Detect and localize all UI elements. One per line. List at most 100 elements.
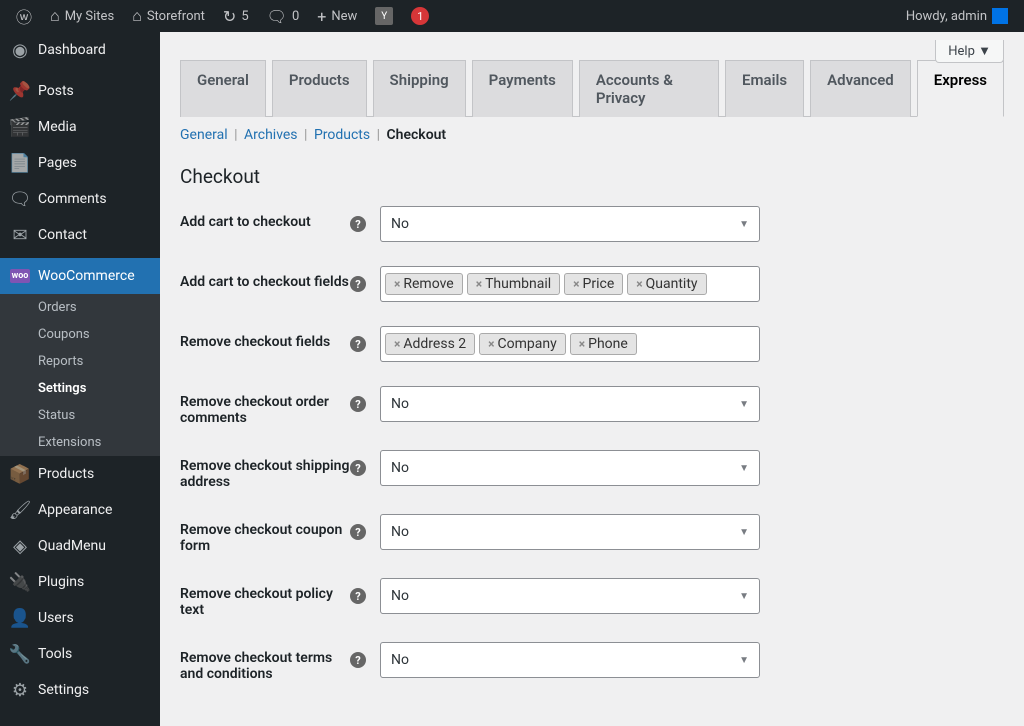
sidebar-item-label: Settings — [38, 682, 89, 698]
sidebar-item-comments[interactable]: 🗨Comments — [0, 181, 160, 217]
admin-sidebar: ◉Dashboard📌Posts🎬Media📄Pages🗨Comments✉Co… — [0, 32, 160, 726]
site-name-button[interactable]: ⌂Storefront — [124, 0, 213, 32]
breadcrumb-general[interactable]: General — [180, 127, 228, 143]
tab-general[interactable]: General — [180, 60, 266, 117]
help-icon[interactable]: ? — [350, 652, 366, 668]
comments-count: 0 — [292, 9, 299, 24]
submenu-item-settings[interactable]: Settings — [0, 375, 160, 402]
row-remove-shipping: Remove checkout shipping address ? No▼ — [180, 450, 1004, 490]
tab-shipping[interactable]: Shipping — [373, 60, 466, 117]
sidebar-item-label: Products — [38, 466, 94, 482]
help-icon[interactable]: ? — [350, 524, 366, 540]
tag[interactable]: ×Company — [479, 333, 566, 355]
sidebar-item-plugins[interactable]: 🔌Plugins — [0, 564, 160, 600]
close-icon[interactable]: × — [579, 337, 585, 351]
updates-button[interactable]: ↻5 — [215, 0, 257, 32]
submenu-item-coupons[interactable]: Coupons — [0, 321, 160, 348]
tag[interactable]: ×Thumbnail — [467, 273, 560, 295]
help-icon[interactable]: ? — [350, 588, 366, 604]
label-add-cart-fields: Add cart to checkout fields — [180, 266, 350, 290]
select-remove-shipping[interactable]: No▼ — [380, 450, 760, 486]
home-icon: ⌂ — [132, 6, 142, 26]
sidebar-item-posts[interactable]: 📌 Posts — [0, 73, 160, 109]
close-icon[interactable]: × — [488, 337, 494, 351]
page-icon: 📄 — [10, 153, 30, 173]
submenu-item-reports[interactable]: Reports — [0, 348, 160, 375]
select-remove-terms[interactable]: No▼ — [380, 642, 760, 678]
wp-logo[interactable]: ⓦ — [8, 0, 40, 32]
mail-icon: ✉ — [10, 225, 30, 245]
tab-payments[interactable]: Payments — [472, 60, 573, 117]
close-icon[interactable]: × — [573, 277, 579, 291]
submenu-item-orders[interactable]: Orders — [0, 294, 160, 321]
sidebar-item-label: Media — [38, 119, 77, 135]
tag[interactable]: ×Address 2 — [385, 333, 475, 355]
sidebar-item-settings[interactable]: ⚙Settings — [0, 672, 160, 708]
dashboard-icon: ◉ — [10, 40, 30, 60]
my-sites-button[interactable]: ⌂ My Sites — [42, 0, 122, 32]
tab-express[interactable]: Express — [917, 60, 1004, 117]
tab-advanced[interactable]: Advanced — [810, 60, 911, 117]
help-icon[interactable]: ? — [350, 396, 366, 412]
submenu-item-status[interactable]: Status — [0, 402, 160, 429]
tag-label: Phone — [588, 336, 628, 352]
chevron-down-icon: ▼ — [739, 655, 749, 666]
users-icon: 👤 — [10, 608, 30, 628]
sidebar-item-tools[interactable]: 🔧Tools — [0, 636, 160, 672]
help-icon[interactable]: ? — [350, 460, 366, 476]
select-remove-coupon[interactable]: No▼ — [380, 514, 760, 550]
account-button[interactable]: Howdy, admin — [898, 0, 1016, 32]
breadcrumb-checkout: Checkout — [387, 127, 447, 143]
sidebar-item-contact[interactable]: ✉Contact — [0, 217, 160, 253]
help-icon[interactable]: ? — [350, 216, 366, 232]
select-remove-policy[interactable]: No▼ — [380, 578, 760, 614]
tab-emails[interactable]: Emails — [725, 60, 804, 117]
home-icon: ⌂ — [50, 6, 60, 26]
comments-button[interactable]: 🗨0 — [259, 0, 308, 32]
sidebar-item-quadmenu[interactable]: ◈QuadMenu — [0, 528, 160, 564]
tag[interactable]: ×Price — [564, 273, 623, 295]
help-icon[interactable]: ? — [350, 276, 366, 292]
notifications-button[interactable]: 1 — [403, 0, 437, 32]
tag[interactable]: ×Phone — [570, 333, 637, 355]
tab-accounts-privacy[interactable]: Accounts & Privacy — [579, 60, 719, 117]
breadcrumb-products[interactable]: Products — [314, 127, 370, 143]
close-icon[interactable]: × — [394, 277, 400, 291]
tag[interactable]: ×Quantity — [627, 273, 706, 295]
sidebar-item-products[interactable]: 📦Products — [0, 456, 160, 492]
tag[interactable]: ×Remove — [385, 273, 463, 295]
label-add-cart: Add cart to checkout — [180, 206, 350, 230]
my-sites-label: My Sites — [65, 9, 114, 24]
breadcrumb: General | Archives | Products | Checkout — [180, 117, 1004, 153]
sidebar-item-woocommerce[interactable]: wooWooCommerce — [0, 258, 160, 294]
tab-products[interactable]: Products — [272, 60, 367, 117]
label-remove-policy: Remove checkout policy text — [180, 578, 350, 618]
multiselect-remove-fields[interactable]: ×Address 2×Company×Phone — [380, 326, 760, 362]
sidebar-item-appearance[interactable]: 🖌Appearance — [0, 492, 160, 528]
sidebar-item-label: Posts — [38, 83, 74, 99]
page-title: Checkout — [180, 165, 1004, 188]
row-remove-fields: Remove checkout fields ? ×Address 2×Comp… — [180, 326, 1004, 362]
pin-icon: 📌 — [10, 81, 30, 101]
new-button[interactable]: +New — [309, 0, 365, 32]
sidebar-item-label: Dashboard — [38, 42, 106, 58]
select-add-cart[interactable]: No▼ — [380, 206, 760, 242]
help-tab[interactable]: Help ▼ — [935, 40, 1004, 63]
updates-count: 5 — [241, 9, 248, 24]
sidebar-item-label: Plugins — [38, 574, 84, 590]
breadcrumb-archives[interactable]: Archives — [244, 127, 298, 143]
select-remove-comments[interactable]: No▼ — [380, 386, 760, 422]
close-icon[interactable]: × — [476, 277, 482, 291]
sidebar-item-media[interactable]: 🎬Media — [0, 109, 160, 145]
multiselect-add-cart-fields[interactable]: ×Remove×Thumbnail×Price×Quantity — [380, 266, 760, 302]
comment-icon: 🗨 — [10, 189, 30, 209]
yoast-button[interactable]: Y — [367, 0, 401, 32]
submenu-item-extensions[interactable]: Extensions — [0, 429, 160, 456]
close-icon[interactable]: × — [636, 277, 642, 291]
close-icon[interactable]: × — [394, 337, 400, 351]
sidebar-item-pages[interactable]: 📄Pages — [0, 145, 160, 181]
help-icon[interactable]: ? — [350, 336, 366, 352]
sidebar-item-dashboard[interactable]: ◉ Dashboard — [0, 32, 160, 68]
admin-topbar: ⓦ ⌂ My Sites ⌂Storefront ↻5 🗨0 +New Y 1 H… — [0, 0, 1024, 32]
sidebar-item-users[interactable]: 👤Users — [0, 600, 160, 636]
